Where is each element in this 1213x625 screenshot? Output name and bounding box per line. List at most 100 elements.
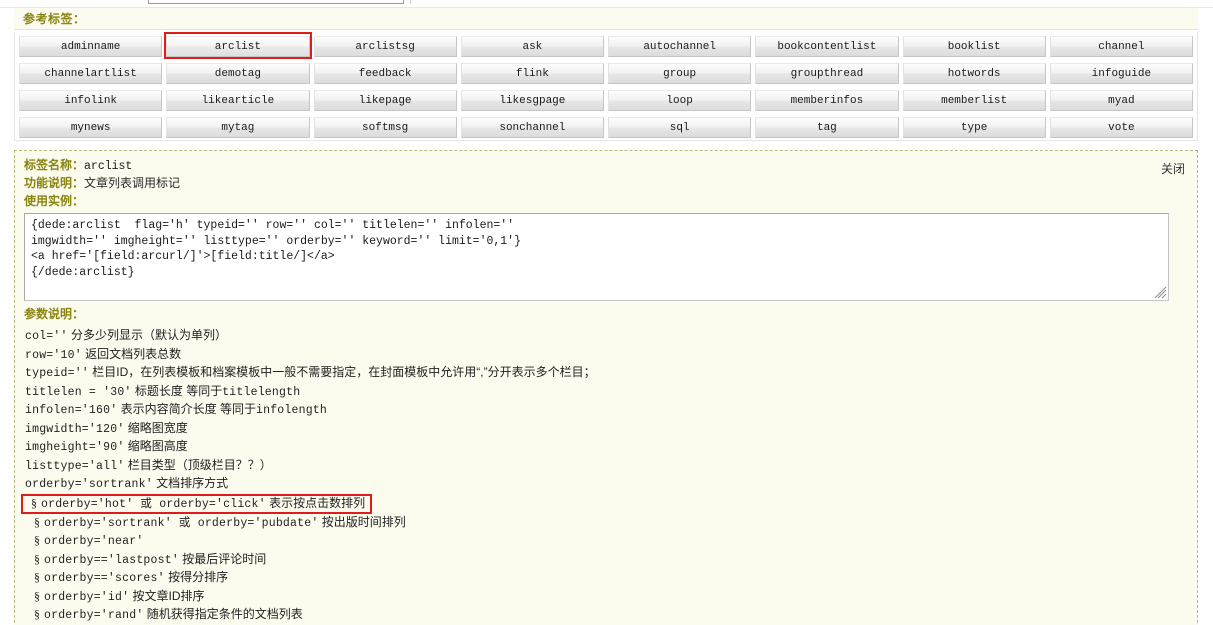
param-row-orderby-lastpost: § orderby=='lastpost' 按最后评论时间	[24, 551, 1188, 570]
tag-button-vote[interactable]: vote	[1049, 117, 1193, 138]
param-code: listtype='all'	[25, 459, 125, 473]
search-input-partial[interactable]	[148, 0, 404, 4]
tag-cell: type	[901, 116, 1048, 143]
tag-button-groupthread[interactable]: groupthread	[755, 63, 899, 84]
tag-cell: tag	[753, 116, 900, 143]
tag-button-demotag[interactable]: demotag	[166, 63, 310, 84]
tag-button-likesgpage[interactable]: likesgpage	[460, 90, 604, 111]
tag-button-infoguide[interactable]: infoguide	[1049, 63, 1193, 84]
param-row-orderby-hot-wrap: § orderby='hot' 或 orderby='click' 表示按点击数排…	[21, 493, 1188, 514]
close-link[interactable]: 关闭	[1161, 160, 1185, 177]
param-code: orderby='sortrank' 或 orderby='pubdate'	[44, 516, 319, 530]
tag-cell: likearticle	[164, 89, 311, 116]
tag-button-feedback[interactable]: feedback	[313, 63, 457, 84]
tag-row: channelartlist demotag feedback flink gr…	[17, 62, 1195, 89]
param-row-titlelen: titlelen = '30' 标题长度 等同于titlelength	[24, 383, 1188, 402]
section-bullet-icon: §	[34, 607, 40, 621]
tag-button-type[interactable]: type	[902, 117, 1046, 138]
param-row-orderby-near: § orderby='near'	[24, 532, 1188, 551]
tag-cell: infoguide	[1048, 62, 1195, 89]
param-desc: 栏目类型（顶级栏目？？）	[124, 457, 272, 472]
param-code-ref: titlelength	[222, 385, 301, 399]
tag-button-group[interactable]: group	[608, 63, 752, 84]
tag-button-flink[interactable]: flink	[460, 63, 604, 84]
tag-button-ask[interactable]: ask	[460, 36, 604, 57]
param-code: titlelen = '30'	[25, 385, 132, 399]
param-code-ref: infolength	[256, 404, 328, 417]
param-code: orderby='near'	[44, 535, 144, 548]
tag-cell-selected: arclist	[164, 32, 312, 62]
tag-button-channel[interactable]: channel	[1049, 36, 1193, 57]
param-code: infolen='160'	[25, 404, 118, 417]
tag-button-likearticle[interactable]: likearticle	[166, 90, 310, 111]
tag-button-channelartlist[interactable]: channelartlist	[19, 63, 163, 84]
param-desc: 按得分排序	[164, 570, 229, 584]
param-row-infolen: infolen='160' 表示内容简介长度 等同于infolength	[24, 401, 1188, 420]
param-desc: 文档排序方式	[152, 476, 229, 490]
tag-button-adminname[interactable]: adminname	[19, 36, 163, 57]
param-row-orderby-rand: § orderby='rand' 随机获得指定条件的文档列表	[24, 606, 1188, 625]
param-desc: 按出版时间排列	[318, 514, 406, 529]
tag-button-sonchannel[interactable]: sonchannel	[460, 117, 604, 138]
tag-button-arclistsg[interactable]: arclistsg	[313, 36, 457, 57]
tag-cell: likepage	[312, 89, 459, 116]
tag-cell: mynews	[17, 116, 164, 143]
tag-cell: autochannel	[606, 35, 753, 62]
param-code: orderby=='lastpost'	[44, 553, 179, 567]
param-code: typeid=''	[25, 367, 89, 380]
param-row-orderby-scores: § orderby=='scores' 按得分排序	[24, 569, 1188, 588]
param-desc: 返回文档列表总数	[81, 346, 182, 361]
tag-button-loop[interactable]: loop	[608, 90, 752, 111]
tag-name-row: 标签名称：arclist	[24, 157, 1188, 175]
tag-cell: memberinfos	[753, 89, 900, 116]
tag-row: mynews mytag softmsg sonchannel sql tag …	[17, 116, 1195, 143]
tag-cell: softmsg	[312, 116, 459, 143]
tag-row: adminname arclist arclistsg ask autochan…	[17, 32, 1195, 62]
tag-button-mytag[interactable]: mytag	[166, 117, 310, 138]
tag-button-infolink[interactable]: infolink	[19, 90, 163, 111]
tag-button-mynews[interactable]: mynews	[19, 117, 163, 138]
tag-button-arclist[interactable]: arclist	[166, 36, 310, 57]
param-code: orderby='rand'	[44, 609, 144, 622]
tag-button-grid: adminname arclist arclistsg ask autochan…	[14, 32, 1198, 141]
tag-cell: flink	[459, 62, 606, 89]
tag-button-sql[interactable]: sql	[608, 117, 752, 138]
tag-detail-panel: 关闭 标签名称：arclist 功能说明：文章列表调用标记 使用实例： {ded…	[14, 150, 1198, 625]
secondary-input-partial[interactable]	[410, 0, 413, 4]
tag-button-bookcontentlist[interactable]: bookcontentlist	[755, 36, 899, 57]
function-label: 功能说明：	[24, 176, 85, 190]
param-desc: 分多少列显示（默认为单列）	[67, 328, 227, 342]
param-desc: 随机获得指定条件的文档列表	[143, 607, 303, 621]
section-bullet-icon: §	[34, 533, 40, 547]
param-code: orderby='sortrank'	[25, 478, 153, 491]
param-code: orderby='id'	[44, 590, 130, 604]
tag-button-memberlist[interactable]: memberlist	[902, 90, 1046, 111]
tag-cell: infolink	[17, 89, 164, 116]
param-code: orderby=='scores'	[44, 572, 165, 585]
tag-cell: mytag	[164, 116, 311, 143]
tag-cell: likesgpage	[459, 89, 606, 116]
tag-button-softmsg[interactable]: softmsg	[313, 117, 457, 138]
tag-button-likepage[interactable]: likepage	[313, 90, 457, 111]
parameter-list: col='' 分多少列显示（默认为单列） row='10' 返回文档列表总数 t…	[21, 327, 1188, 625]
param-code: col=''	[25, 330, 68, 343]
tag-button-memberinfos[interactable]: memberinfos	[755, 90, 899, 111]
param-row-orderby-id: § orderby='id' 按文章ID排序	[24, 588, 1188, 607]
tag-button-myad[interactable]: myad	[1049, 90, 1193, 111]
example-code-box[interactable]: {dede:arclist flag='h' typeid='' row='' …	[24, 213, 1169, 301]
tag-name-label: 标签名称：	[24, 158, 85, 172]
tag-cell: sonchannel	[459, 116, 606, 143]
param-row-orderby: orderby='sortrank' 文档排序方式	[24, 475, 1188, 494]
tag-button-hotwords[interactable]: hotwords	[902, 63, 1046, 84]
section-bullet-icon: §	[34, 514, 40, 529]
param-code: row='10'	[25, 348, 82, 362]
param-desc: 按文章ID排序	[129, 588, 205, 603]
resize-handle-icon[interactable]	[1154, 286, 1167, 299]
tag-cell: memberlist	[901, 89, 1048, 116]
tag-button-tag[interactable]: tag	[755, 117, 899, 138]
tag-cell: arclistsg	[312, 35, 459, 62]
param-code: imgwidth='120'	[25, 422, 125, 436]
tag-cell: groupthread	[753, 62, 900, 89]
tag-button-autochannel[interactable]: autochannel	[608, 36, 752, 57]
tag-button-booklist[interactable]: booklist	[902, 36, 1046, 57]
